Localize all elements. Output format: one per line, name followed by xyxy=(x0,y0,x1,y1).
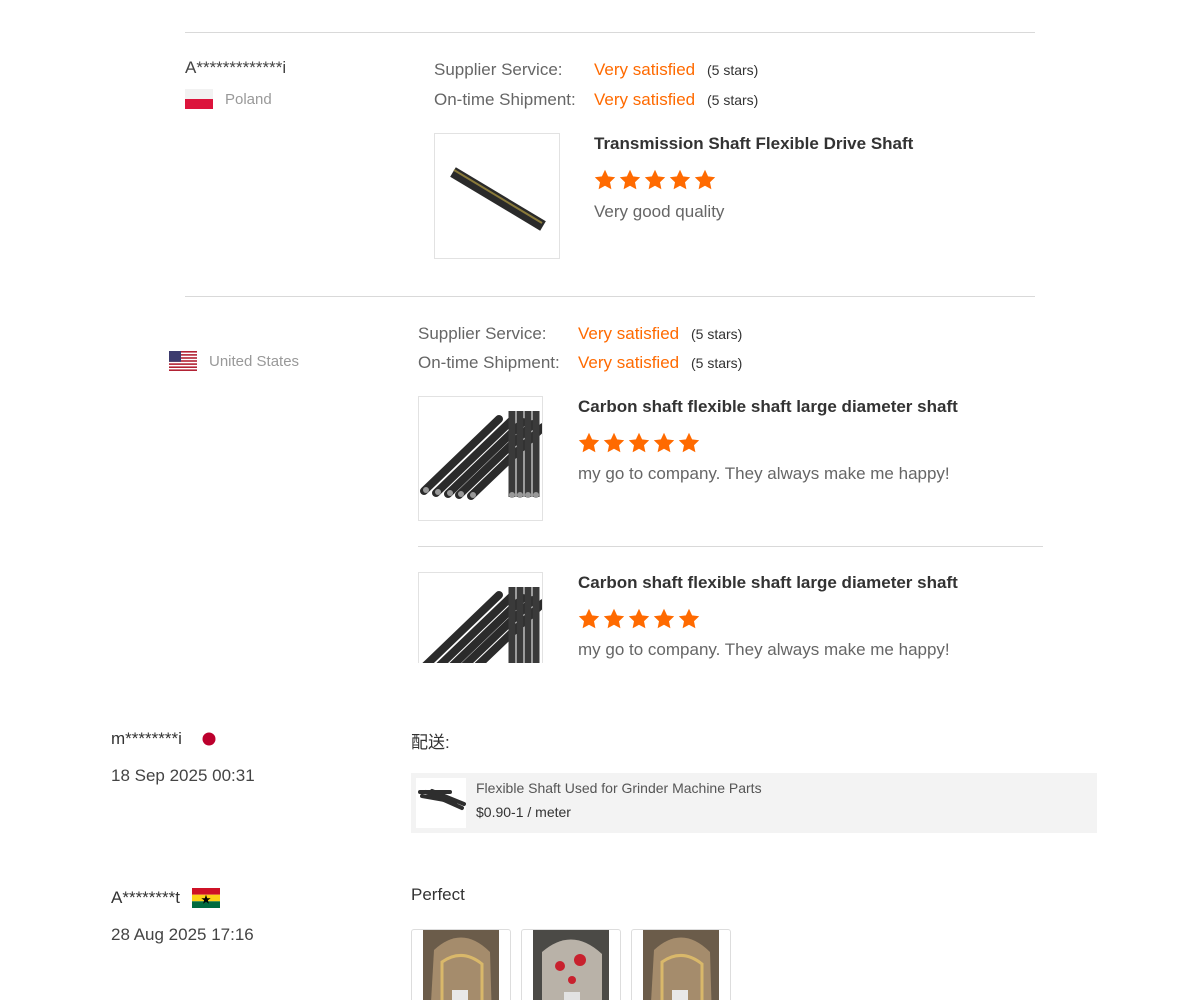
review-photo-2 xyxy=(533,930,609,1000)
review-photo[interactable] xyxy=(521,929,621,1000)
reviews-list: m********i 18 Sep 2025 00:31 配送: Flexibl… xyxy=(0,663,1200,1000)
review-comment: my go to company. They always make me ha… xyxy=(578,640,950,659)
product-rating-stars xyxy=(577,607,701,631)
star-icon xyxy=(652,607,676,631)
ghana-flag-icon xyxy=(192,888,220,908)
review-card-poland: A*************i Poland Supplier Service:… xyxy=(0,0,1200,322)
product-thumbnail[interactable] xyxy=(434,133,560,259)
star-icon xyxy=(593,168,617,192)
supplier-service-value: Very satisfied xyxy=(578,324,680,343)
product-price: $0.90-1 / meter xyxy=(476,804,571,820)
review-date: 28 Aug 2025 17:16 xyxy=(111,925,254,944)
review-photo-3 xyxy=(643,930,719,1000)
divider xyxy=(185,32,1035,33)
reviewer-country: United States xyxy=(169,351,299,371)
product-title[interactable]: Transmission Shaft Flexible Drive Shaft xyxy=(594,134,913,154)
review-card-united-states: Supplier Service: Very satisfied (5 star… xyxy=(0,322,1200,663)
review-comment: Perfect xyxy=(411,885,465,904)
review-comment: my go to company. They always make me ha… xyxy=(578,464,950,483)
flexible-shaft-image xyxy=(418,789,466,810)
star-icon xyxy=(602,607,626,631)
shipment-stars: (5 stars) xyxy=(691,355,743,371)
star-icon xyxy=(677,607,701,631)
japan-flag-icon xyxy=(201,731,217,747)
review-date: 18 Sep 2025 00:31 xyxy=(111,766,255,785)
star-icon xyxy=(627,607,651,631)
carbon-shafts-image xyxy=(422,587,542,663)
star-icon xyxy=(577,607,601,631)
usa-flag-icon xyxy=(169,351,197,371)
country-label: United States xyxy=(209,352,300,370)
product-title[interactable]: Flexible Shaft Used for Grinder Machine … xyxy=(476,780,762,796)
shipment-value: Very satisfied xyxy=(578,353,680,372)
reviewer-country: Poland xyxy=(185,89,272,109)
product-thumbnail[interactable] xyxy=(418,396,543,521)
star-icon xyxy=(618,168,642,192)
product-card[interactable]: Flexible Shaft Used for Grinder Machine … xyxy=(411,773,1097,833)
shipment-stars: (5 stars) xyxy=(707,92,759,108)
star-icon xyxy=(577,431,601,455)
delivery-label: 配送: xyxy=(411,733,450,752)
star-icon xyxy=(668,168,692,192)
star-icon xyxy=(602,431,626,455)
country-label: Poland xyxy=(225,90,272,108)
reviewer-name: A********t xyxy=(111,888,180,907)
poland-flag-icon xyxy=(185,89,213,109)
star-icon xyxy=(643,168,667,192)
supplier-service-label: Supplier Service: xyxy=(418,324,547,343)
carbon-shafts-image xyxy=(420,411,542,500)
product-rating-stars xyxy=(577,431,701,455)
shipment-value: Very satisfied xyxy=(594,90,696,109)
star-icon xyxy=(627,431,651,455)
star-icon xyxy=(652,431,676,455)
product-title[interactable]: Carbon shaft flexible shaft large diamet… xyxy=(578,397,958,417)
product-title[interactable]: Carbon shaft flexible shaft large diamet… xyxy=(578,573,958,593)
shipment-label: On-time Shipment: xyxy=(418,353,560,372)
reviewer-name: A*************i xyxy=(185,58,287,77)
shipment-label: On-time Shipment: xyxy=(434,90,576,109)
product-thumbnail xyxy=(416,778,466,828)
star-icon xyxy=(677,431,701,455)
supplier-service-stars: (5 stars) xyxy=(691,326,743,342)
supplier-service-stars: (5 stars) xyxy=(707,62,759,78)
divider xyxy=(418,546,1043,547)
divider xyxy=(185,296,1035,297)
star-icon xyxy=(693,168,717,192)
supplier-service-value: Very satisfied xyxy=(594,60,696,79)
product-rating-stars xyxy=(593,168,717,192)
supplier-service-label: Supplier Service: xyxy=(434,60,563,79)
review-photo[interactable] xyxy=(411,929,511,1000)
reviewer-name: m********i xyxy=(111,729,182,748)
review-photo-1 xyxy=(423,930,499,1000)
review-comment: Very good quality xyxy=(594,202,725,221)
drive-shaft-image xyxy=(450,167,546,231)
review-photo[interactable] xyxy=(631,929,731,1000)
product-thumbnail[interactable] xyxy=(418,572,543,663)
